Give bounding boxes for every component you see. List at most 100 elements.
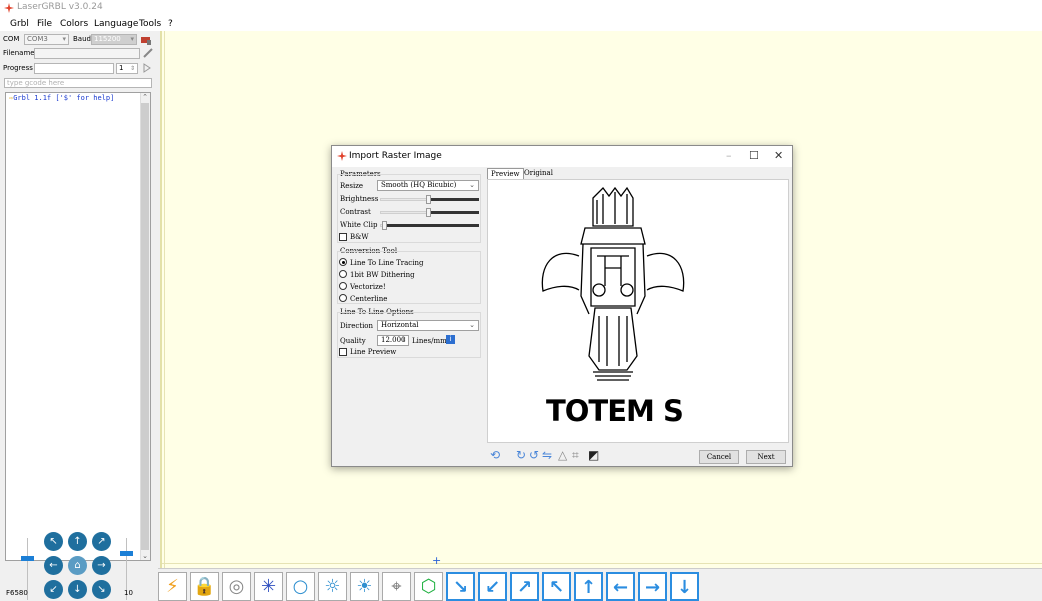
maximize-icon[interactable]: ☐ xyxy=(749,149,759,162)
feed-value: F6580 xyxy=(6,589,28,597)
open-file-icon[interactable] xyxy=(143,48,153,58)
menu-language[interactable]: Language xyxy=(94,19,138,29)
arrow-up-icon[interactable]: ↑ xyxy=(574,572,603,601)
flip-vertical-icon[interactable]: △ xyxy=(558,449,567,461)
hexagon-icon[interactable]: ⬡ xyxy=(414,572,443,601)
tab-original[interactable]: Original xyxy=(521,168,556,179)
jog-nw-button[interactable]: ↖ xyxy=(44,532,63,551)
import-raster-dialog: Import Raster Image – ☐ ✕ Parameters Res… xyxy=(331,145,793,467)
jog-w-button[interactable]: ← xyxy=(44,556,63,575)
baud-select[interactable]: 115200 ▾ xyxy=(91,34,137,45)
radio-line-to-line[interactable] xyxy=(339,258,347,266)
gcode-input[interactable]: type gcode here xyxy=(4,78,152,88)
brightness-label: Brightness xyxy=(340,195,379,203)
arrow-upleft-icon[interactable]: ↖ xyxy=(542,572,571,601)
arrow-down-icon[interactable]: ↓ xyxy=(670,572,699,601)
arrow-downright-icon[interactable]: ↘ xyxy=(446,572,475,601)
rotate-cw-icon[interactable]: ↻ xyxy=(516,449,526,461)
menu-help[interactable]: ? xyxy=(168,19,173,29)
jog-ne-button[interactable]: ↗ xyxy=(92,532,111,551)
contrast-track-left xyxy=(380,211,428,214)
arrow-right-icon[interactable]: → xyxy=(638,572,667,601)
app-title: LaserGRBL v3.0.24 xyxy=(17,2,103,12)
conv-option-label: Centerline xyxy=(350,295,388,303)
step-slider[interactable] xyxy=(120,551,133,556)
radio-vectorize[interactable] xyxy=(339,282,347,290)
menu-bar: Grbl File Colors Language Tools ? xyxy=(0,17,1042,31)
y-axis-line xyxy=(164,31,165,568)
lightning-icon[interactable]: ⚡ xyxy=(158,572,187,601)
step-value: 10 xyxy=(124,589,133,597)
com-select[interactable]: COM3 ▾ xyxy=(24,34,69,45)
origin-cross-icon: + xyxy=(432,554,442,567)
position-icon[interactable]: ⌖ xyxy=(382,572,411,601)
close-icon[interactable]: ✕ xyxy=(774,149,783,162)
run-program-icon[interactable] xyxy=(142,63,152,73)
whiteclip-slider[interactable] xyxy=(382,221,387,230)
laser-focus-icon[interactable]: ✳ xyxy=(254,572,283,601)
contrast-slider[interactable] xyxy=(426,208,431,217)
brightness-track-right xyxy=(430,198,479,201)
flip-horizontal-icon[interactable]: ⇋ xyxy=(542,449,552,461)
bw-label: B&W xyxy=(350,233,369,241)
jog-e-button[interactable]: → xyxy=(92,556,111,575)
menu-colors[interactable]: Colors xyxy=(60,19,88,29)
laser-mid-icon[interactable]: ☼ xyxy=(318,572,347,601)
menu-grbl[interactable]: Grbl xyxy=(10,19,29,29)
globe-icon[interactable]: ◎ xyxy=(222,572,251,601)
conv-option-label: Line To Line Tracing xyxy=(350,259,424,267)
laser-app-icon xyxy=(337,151,347,161)
brightness-slider[interactable] xyxy=(426,195,431,204)
scrollbar-thumb[interactable] xyxy=(141,103,149,550)
arrow-upright-icon[interactable]: ↗ xyxy=(510,572,539,601)
conv-option-label: Vectorize! xyxy=(350,283,386,291)
jog-home-button[interactable]: ⌂ xyxy=(68,556,87,575)
line-preview-checkbox[interactable] xyxy=(339,348,347,356)
resize-select[interactable]: Smooth (HQ Bicubic) ⌄ xyxy=(377,180,479,191)
crop-icon[interactable]: ⌗ xyxy=(572,449,579,461)
dialog-titlebar: Import Raster Image – ☐ ✕ xyxy=(332,146,792,167)
rotate-ccw-icon[interactable]: ↺ xyxy=(529,449,539,461)
x-axis-line xyxy=(162,563,1042,564)
cancel-button[interactable]: Cancel xyxy=(699,450,739,464)
chevron-down-icon: ▾ xyxy=(130,35,134,43)
jog-se-button[interactable]: ↘ xyxy=(92,580,111,599)
resize-label: Resize xyxy=(340,182,364,190)
copies-stepper[interactable]: 1 ⇕ xyxy=(116,63,138,74)
arrow-left-icon[interactable]: ← xyxy=(606,572,635,601)
minimize-icon[interactable]: – xyxy=(726,149,732,162)
quality-label: Quality xyxy=(340,337,366,345)
totem-artwork xyxy=(541,186,685,381)
next-button[interactable]: Next xyxy=(746,450,786,464)
laser-high-icon[interactable]: ☀ xyxy=(350,572,379,601)
console-scrollbar[interactable]: ⌃ ⌄ xyxy=(140,93,150,560)
jog-sw-button[interactable]: ↙ xyxy=(44,580,63,599)
scroll-down-icon[interactable]: ⌄ xyxy=(141,552,149,560)
menu-file[interactable]: File xyxy=(37,19,52,29)
laser-low-icon[interactable]: ○ xyxy=(286,572,315,601)
feed-slider[interactable] xyxy=(21,556,34,561)
quality-stepper[interactable]: 12.000 ⇕ xyxy=(377,335,409,346)
console-log[interactable]: ⇨Grbl 1.1f ['$' for help] ⌃ ⌄ xyxy=(5,92,151,561)
reset-icon[interactable]: ⟲ xyxy=(490,449,500,461)
chevron-down-icon: ⌄ xyxy=(469,321,475,329)
radio-dithering[interactable] xyxy=(339,270,347,278)
dialog-title: Import Raster Image xyxy=(349,151,442,161)
chevron-down-icon: ▾ xyxy=(62,35,66,43)
jog-n-button[interactable]: ↑ xyxy=(68,532,87,551)
radio-centerline[interactable] xyxy=(339,294,347,302)
image-preview: TOTEM S xyxy=(487,179,789,443)
lock-icon[interactable]: 🔒 xyxy=(190,572,219,601)
arrow-downleft-icon[interactable]: ↙ xyxy=(478,572,507,601)
invert-icon[interactable]: ◩ xyxy=(588,449,599,461)
scroll-up-icon[interactable]: ⌃ xyxy=(141,93,149,101)
jog-s-button[interactable]: ↓ xyxy=(68,580,87,599)
tab-preview[interactable]: Preview xyxy=(487,168,524,179)
menu-tools[interactable]: Tools xyxy=(139,19,161,29)
info-icon[interactable]: i xyxy=(446,335,455,344)
direction-select[interactable]: Horizontal ⌄ xyxy=(377,320,479,331)
whiteclip-track-right xyxy=(386,224,479,227)
connect-icon[interactable] xyxy=(140,34,152,46)
conv-option-label: 1bit BW Dithering xyxy=(350,271,415,279)
bw-checkbox[interactable] xyxy=(339,233,347,241)
